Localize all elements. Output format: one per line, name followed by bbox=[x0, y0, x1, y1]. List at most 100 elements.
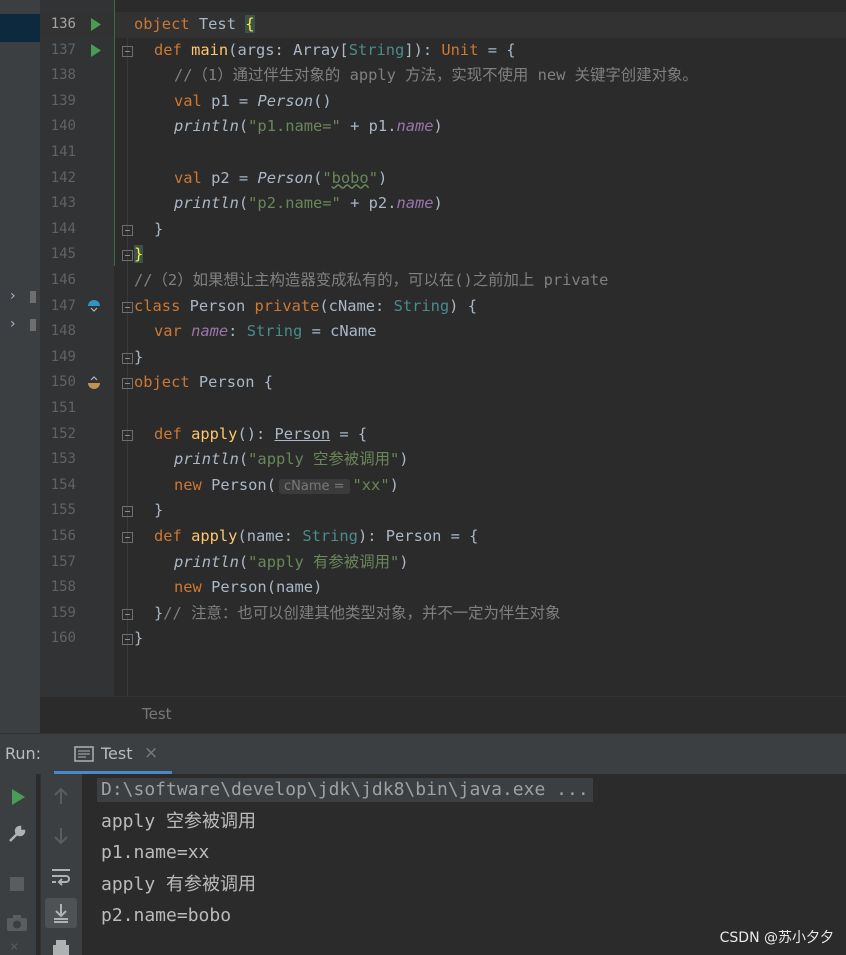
code-line: 141 bbox=[0, 140, 806, 166]
code-text: } bbox=[134, 347, 144, 366]
code-line: 149 } bbox=[0, 345, 806, 371]
code-line: 140 println("p1.name=" + p1.name) bbox=[0, 114, 806, 140]
line-number: 141 bbox=[50, 144, 76, 160]
console-tab-icon bbox=[74, 746, 94, 762]
tab-test[interactable]: Test × bbox=[54, 734, 172, 774]
line-number: 142 bbox=[50, 169, 76, 186]
code-text: var name: String = cName bbox=[154, 322, 377, 341]
code-text: new Person(cName = "xx") bbox=[174, 475, 399, 494]
down-arrow-icon[interactable] bbox=[52, 826, 70, 846]
fold-icon[interactable] bbox=[122, 378, 133, 390]
line-number: 153 bbox=[50, 451, 76, 468]
line-number: 160 bbox=[50, 630, 76, 647]
fold-icon[interactable] bbox=[122, 506, 133, 518]
implement-gutter-icon[interactable] bbox=[87, 299, 101, 313]
code-text: def apply(name: String): Person = { bbox=[154, 527, 479, 545]
soft-wrap-icon[interactable] bbox=[50, 866, 72, 886]
code-line: 151 bbox=[0, 396, 806, 422]
line-number: 149 bbox=[50, 348, 76, 365]
fold-icon[interactable] bbox=[122, 250, 133, 262]
code-text: object Person { bbox=[134, 373, 274, 392]
console-line: p2.name=bobo bbox=[101, 905, 232, 926]
line-number: 148 bbox=[50, 323, 76, 340]
breadcrumb[interactable]: Test bbox=[40, 696, 846, 734]
code-text: }// 注意：也可以创建其他类型对象，并不一定为伴生对象 bbox=[154, 603, 561, 622]
code-text: } bbox=[154, 219, 164, 238]
line-number: 156 bbox=[50, 528, 76, 544]
code-line: 150 object Person { bbox=[0, 370, 806, 396]
code-line: 136 object Test { bbox=[0, 12, 806, 38]
code-line: 144 } bbox=[0, 217, 806, 243]
code-line: 148 var name: String = cName bbox=[0, 319, 806, 345]
fold-icon[interactable] bbox=[122, 224, 133, 236]
line-number: 157 bbox=[50, 553, 76, 570]
run-toolbar-right bbox=[40, 774, 83, 955]
code-line: 152 def apply(): Person = { bbox=[0, 422, 806, 448]
code-text: val p2 = Person("bobo") bbox=[174, 168, 388, 187]
code-text: object Test { bbox=[134, 15, 255, 33]
more-icon[interactable]: × bbox=[10, 939, 18, 955]
line-number: 137 bbox=[50, 41, 76, 58]
code-text: } bbox=[134, 629, 144, 648]
code-line: 138 //（1）通过伴生对象的 apply 方法，实现不使用 new 关键字创… bbox=[0, 63, 806, 89]
parameter-hint: cName = bbox=[278, 478, 350, 494]
fold-icon[interactable] bbox=[122, 352, 133, 364]
code-line: 137 def main(args: Array[String]): Unit … bbox=[0, 38, 806, 64]
code-text: println("apply 空参被调用") bbox=[174, 450, 409, 469]
code-comment: //（2）如果想让主构造器变成私有的，可以在()之前加上 private bbox=[134, 271, 609, 289]
camera-icon[interactable] bbox=[6, 914, 28, 932]
scroll-to-end-icon bbox=[54, 904, 68, 923]
override-gutter-icon[interactable] bbox=[87, 375, 101, 390]
wrench-icon[interactable] bbox=[7, 824, 27, 844]
line-number: 158 bbox=[50, 579, 76, 596]
line-number: 154 bbox=[50, 476, 76, 493]
code-text: } bbox=[154, 501, 164, 520]
code-line: 145 } bbox=[0, 242, 806, 268]
code-line: 146 //（2）如果想让主构造器变成私有的，可以在()之前加上 private bbox=[0, 268, 806, 294]
code-line: 156 def apply(name: String): Person = { bbox=[0, 524, 806, 550]
fold-icon[interactable] bbox=[122, 429, 133, 441]
code-line: 160 } bbox=[0, 626, 806, 652]
code-text: println("p1.name=" + p1.name) bbox=[174, 117, 443, 136]
code-line: 154 new Person(cName = "xx") bbox=[0, 473, 806, 499]
code-text: class Person private(cName: String) { bbox=[134, 296, 477, 315]
code-comment: //（1）通过伴生对象的 apply 方法，实现不使用 new 关键字创建对象。 bbox=[174, 66, 698, 85]
breadcrumb-item[interactable]: Test bbox=[142, 705, 172, 723]
run-label: Run: bbox=[5, 744, 42, 763]
run-gutter-icon[interactable] bbox=[90, 43, 102, 57]
line-number: 146 bbox=[50, 272, 76, 288]
code-text: println("p2.name=" + p2.name) bbox=[174, 194, 443, 213]
rerun-icon[interactable] bbox=[9, 788, 27, 806]
code-line: 142 val p2 = Person("bobo") bbox=[0, 166, 806, 192]
line-number: 138 bbox=[50, 67, 76, 84]
code-line: 157 println("apply 有参被调用") bbox=[0, 550, 806, 576]
code-text: def main(args: Array[String]): Unit = { bbox=[154, 40, 516, 59]
print-icon[interactable] bbox=[51, 939, 71, 955]
fold-icon[interactable] bbox=[122, 634, 133, 646]
line-number: 139 bbox=[50, 92, 76, 109]
line-number: 140 bbox=[50, 118, 76, 135]
run-tool-window-header: Run: Test × bbox=[0, 733, 846, 774]
code-line: 147 class Person private(cName: String) … bbox=[0, 294, 806, 320]
fold-icon[interactable] bbox=[122, 45, 133, 57]
code-text: def apply(): Person = { bbox=[154, 424, 368, 443]
scroll-to-end-button[interactable] bbox=[45, 898, 77, 928]
up-arrow-icon[interactable] bbox=[52, 786, 70, 806]
line-number: 155 bbox=[50, 502, 76, 519]
code-line: 155 } bbox=[0, 498, 806, 524]
fold-icon[interactable] bbox=[122, 532, 133, 543]
line-number: 152 bbox=[50, 425, 76, 442]
code-text: } bbox=[134, 245, 144, 264]
line-number: 145 bbox=[50, 246, 76, 263]
code-text: println("apply 有参被调用") bbox=[174, 552, 409, 571]
code-text: val p1 = Person() bbox=[174, 91, 332, 110]
fold-icon[interactable] bbox=[122, 301, 133, 313]
line-number: 143 bbox=[50, 195, 76, 212]
run-gutter-icon[interactable] bbox=[90, 18, 102, 31]
code-line: 143 println("p2.name=" + p2.name) bbox=[0, 191, 806, 217]
run-toolbar-left: × bbox=[0, 774, 36, 955]
stop-icon[interactable] bbox=[9, 876, 25, 892]
line-number: 159 bbox=[50, 604, 76, 621]
fold-icon[interactable] bbox=[122, 608, 133, 620]
close-icon[interactable]: × bbox=[144, 743, 158, 763]
